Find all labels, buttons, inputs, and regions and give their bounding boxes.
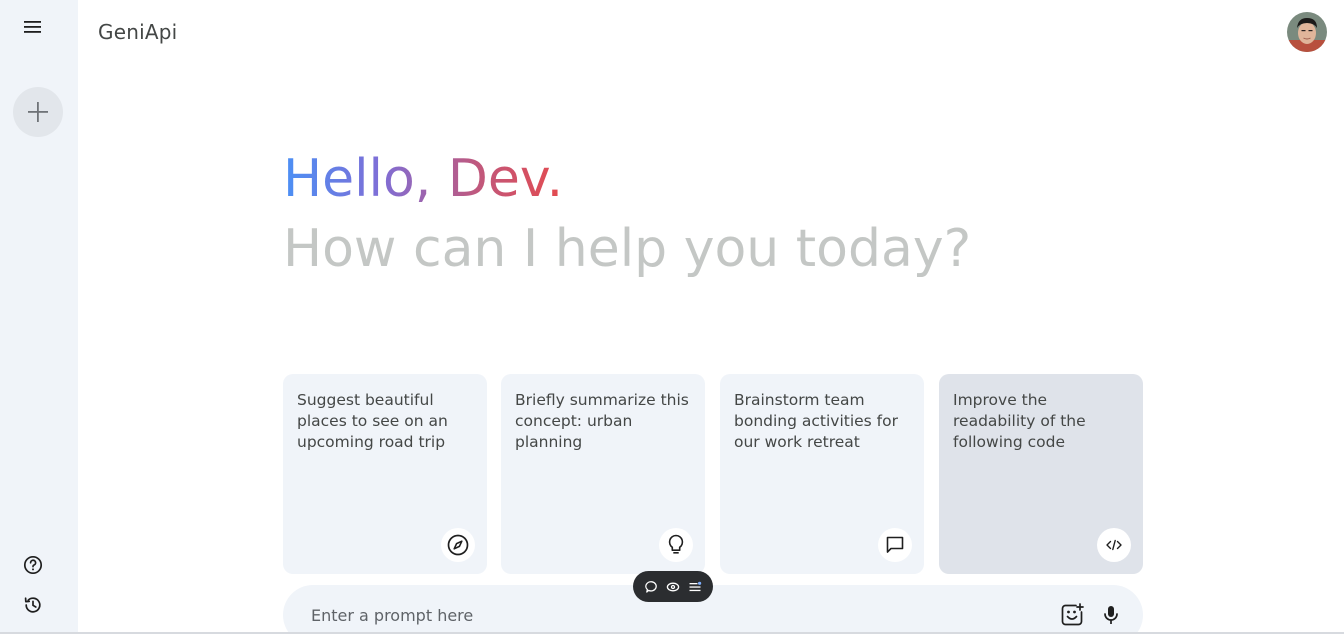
list-button[interactable] [686,578,704,596]
card-text: Brainstorm team bonding activities for o… [734,391,898,451]
prompt-bar [283,585,1143,634]
card-icon-wrap [441,528,475,562]
history-icon [24,597,41,613]
voice-input-button[interactable] [1098,602,1124,628]
new-chat-button[interactable] [13,87,63,137]
eye-icon [666,582,680,591]
suggestion-card-urban-planning[interactable]: Briefly summarize this concept: urban pl… [501,374,705,574]
prompt-input[interactable] [311,604,1011,626]
comment-icon [644,580,657,593]
greeting-hello: Hello, Dev. [283,149,564,209]
suggestion-card-team-bonding[interactable]: Brainstorm team bonding activities for o… [720,374,924,574]
menu-icon [24,21,41,33]
greeting-heading: Hello, Dev. [283,146,563,212]
card-text: Improve the readability of the following… [953,391,1086,451]
lightbulb-icon [668,534,684,554]
help-icon [23,555,43,575]
user-avatar[interactable] [1287,12,1327,52]
card-icon-wrap [659,528,693,562]
greeting-subtitle: How can I help you today? [283,219,972,279]
sidebar [0,0,78,634]
code-icon [1106,539,1122,551]
comment-button[interactable] [643,578,661,596]
menu-button[interactable] [18,12,48,42]
card-text: Suggest beautiful places to see on an up… [297,391,448,451]
brand-title: GeniApi [98,20,178,44]
add-image-button[interactable] [1059,602,1085,628]
suggestion-card-code-readability[interactable]: Improve the readability of the following… [939,374,1143,574]
list-icon [689,581,701,591]
microphone-icon [1104,606,1118,624]
floating-toolbar [633,571,713,602]
suggestion-card-road-trip[interactable]: Suggest beautiful places to see on an up… [283,374,487,574]
card-icon-wrap [1097,528,1131,562]
help-button[interactable] [18,550,48,580]
view-button[interactable] [664,578,682,596]
history-button[interactable] [18,590,48,620]
card-text: Briefly summarize this concept: urban pl… [515,391,689,451]
chat-bubble-icon [886,536,904,553]
plus-icon [28,102,48,122]
compass-icon [447,534,469,556]
image-add-icon [1061,603,1084,626]
card-icon-wrap [878,528,912,562]
